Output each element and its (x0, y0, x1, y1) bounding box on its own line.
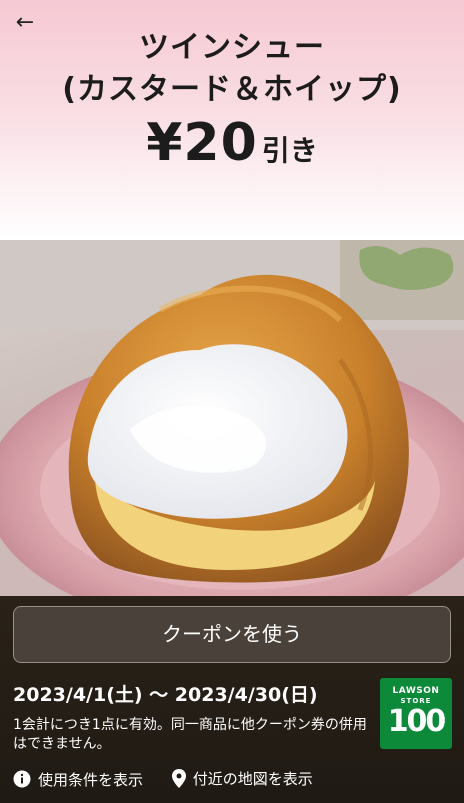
product-photo (0, 240, 464, 596)
logo-line3: 100 (387, 704, 447, 739)
discount-amount: ¥20 (146, 113, 258, 173)
coupon-links: 使用条件を表示 付近の地図を表示 (13, 768, 313, 792)
nearby-map-link-label: 付近の地図を表示 (192, 770, 313, 788)
use-coupon-button[interactable]: クーポンを使う (13, 606, 451, 663)
product-title-line1: ツインシュー (139, 30, 325, 65)
discount-suffix: 引き (261, 134, 318, 167)
valid-date-range: 2023/4/1(土) 〜 2023/4/30(日) (13, 684, 318, 706)
location-pin-icon (171, 769, 186, 788)
discount-price: ¥20 引き (0, 113, 464, 173)
coupon-panel: クーポンを使う 2023/4/1(土) 〜 2023/4/30(日) 1会計につ… (0, 596, 464, 803)
usage-note: 1会計につき1点に有効。同一商品に他クーポン券の併用はできません。 (13, 717, 367, 752)
cream-puff-image (0, 240, 464, 596)
coupon-header: ← ツインシュー (カスタード＆ホイップ) ¥20 引き (0, 0, 464, 240)
logo-line1: LAWSON (392, 686, 440, 696)
terms-link-label: 使用条件を表示 (38, 770, 144, 789)
terms-link[interactable]: 使用条件を表示 (13, 769, 143, 790)
nearby-map-link[interactable]: 付近の地図を表示 (171, 768, 313, 789)
lawson-store-100-logo: LAWSON STORE 100 (380, 678, 452, 749)
product-title-line2: (カスタード＆ホイップ) (62, 72, 402, 107)
info-icon (13, 770, 31, 788)
